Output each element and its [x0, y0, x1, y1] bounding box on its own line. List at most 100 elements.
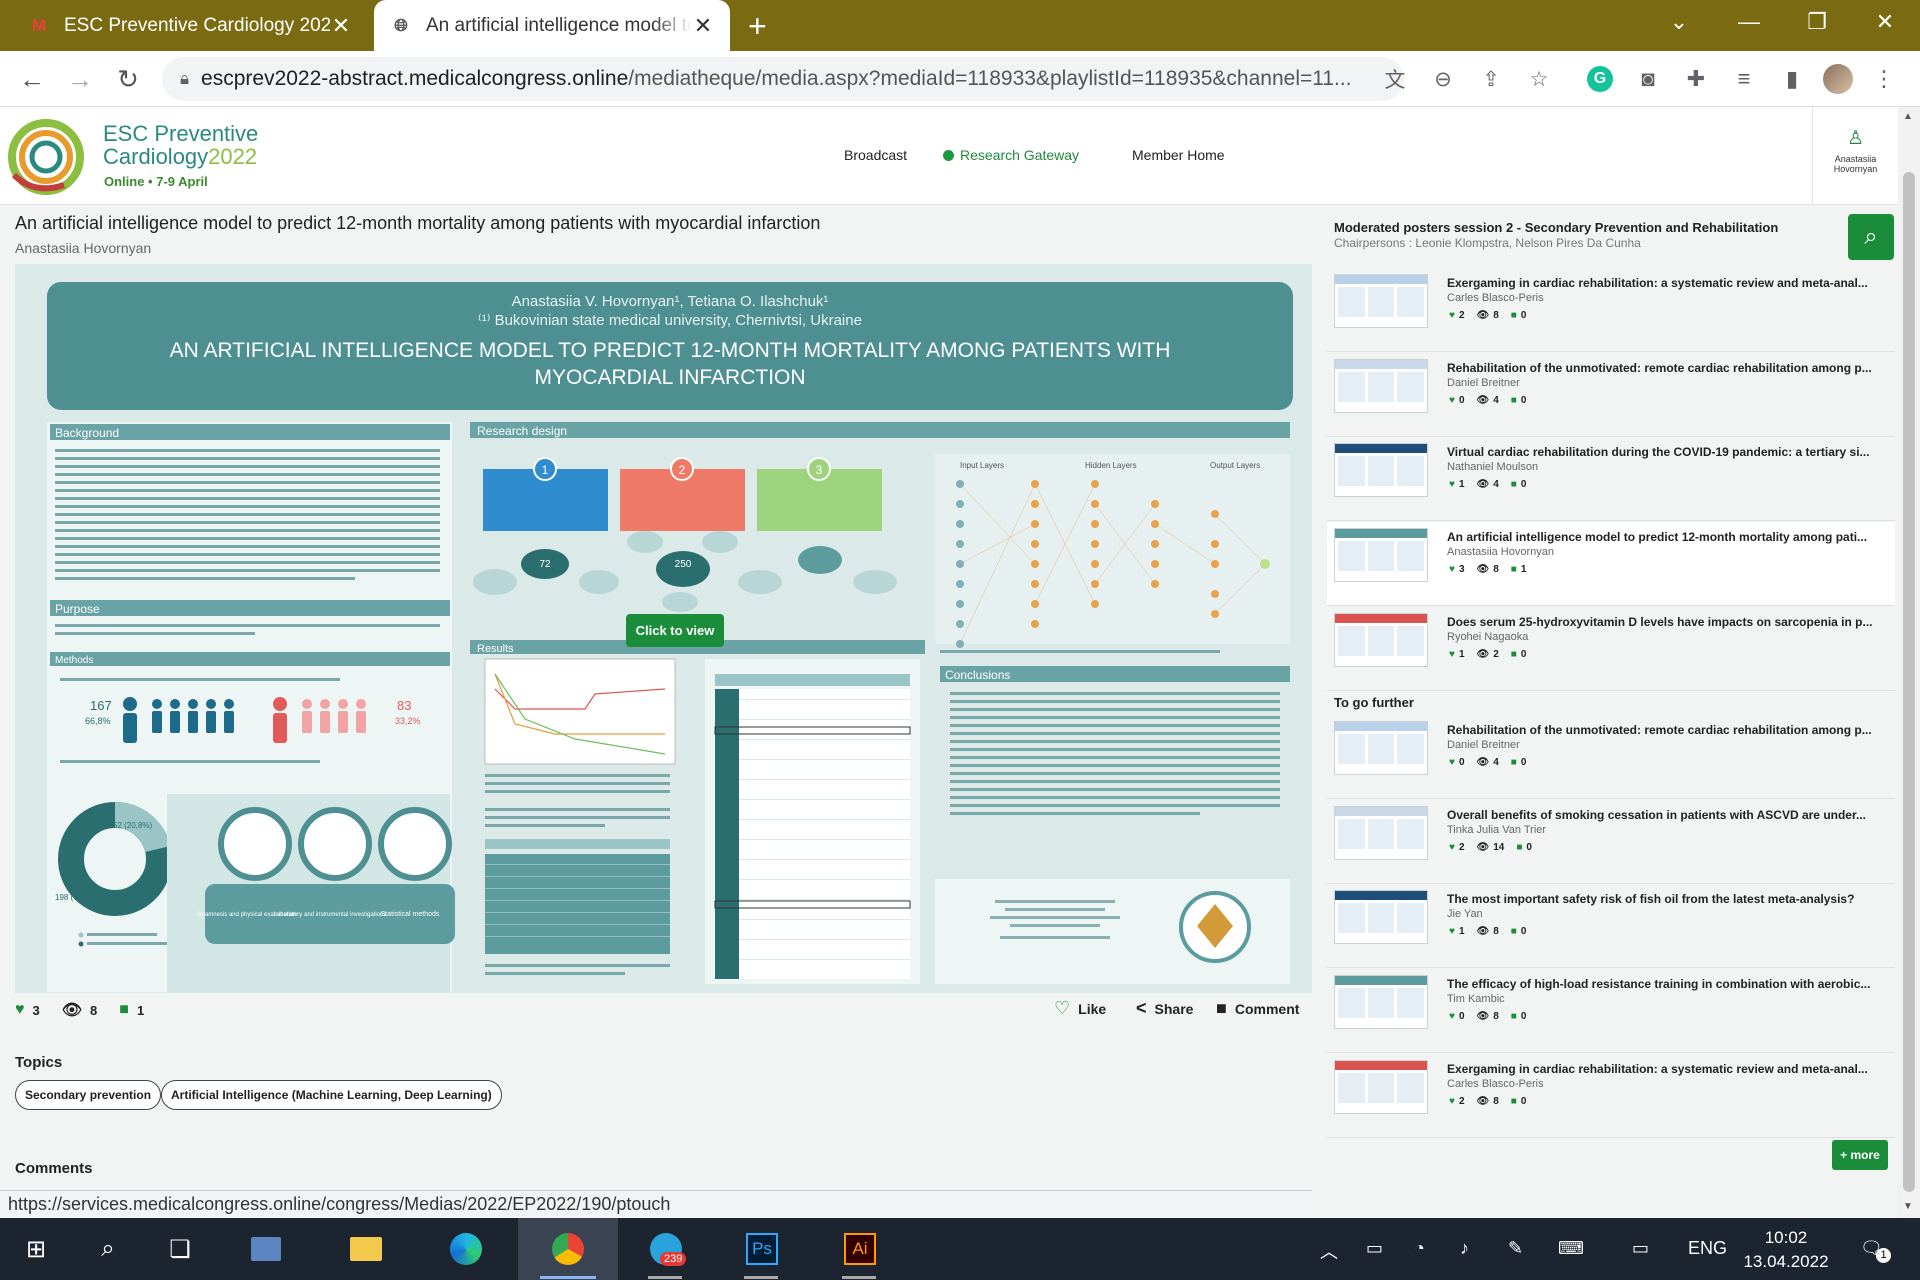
topic-tag[interactable]: Secondary prevention [15, 1080, 162, 1110]
poster-thumbnail[interactable] [1334, 975, 1428, 1030]
playlist-item[interactable]: An artificial intelligence model to pred… [1327, 522, 1895, 607]
poster-thumbnail[interactable] [1334, 721, 1428, 775]
language-indicator[interactable]: ENG [1688, 1238, 1727, 1259]
poster-section-research-design: Research design [477, 424, 567, 438]
comment-button[interactable]: ■ Comment [1216, 998, 1299, 1019]
poster-thumbnail[interactable] [1334, 1059, 1428, 1114]
playlist-item[interactable]: The efficacy of high-load resistance tra… [1327, 969, 1895, 1054]
volume-icon[interactable]: ♪ [1460, 1238, 1469, 1259]
forward-button[interactable]: → [62, 61, 98, 97]
more-button[interactable]: + more [1832, 1140, 1888, 1170]
playlist-item[interactable]: The most important safety risk of fish o… [1327, 884, 1895, 969]
user-menu[interactable]: ♙ Anastasiia Hovornyan [1812, 107, 1898, 205]
playlist-item-title[interactable]: Exergaming in cardiac rehabilitation: a … [1447, 276, 1887, 290]
close-window-button[interactable]: ✕ [1850, 0, 1920, 44]
comment-icon: ■ [1216, 998, 1227, 1018]
side-panel-icon[interactable]: ▮ [1776, 63, 1808, 95]
extensions-icon[interactable]: ✚ [1680, 63, 1712, 95]
display-icon[interactable]: ▭ [1632, 1238, 1649, 1259]
like-button[interactable]: ♡ Like [1054, 998, 1106, 1019]
nav-research-gateway[interactable]: Research Gateway [943, 147, 1079, 163]
poster-thumbnail[interactable] [1334, 612, 1428, 667]
search-button[interactable]: ⌕ [1848, 214, 1894, 260]
tab-search-icon[interactable]: ⌄ [1644, 0, 1714, 44]
poster-thumbnail[interactable] [1334, 358, 1428, 413]
battery-icon[interactable]: ▭ [1366, 1238, 1383, 1259]
restore-button[interactable]: ❐ [1782, 0, 1852, 44]
scrollbar-thumb[interactable] [1903, 172, 1915, 1192]
system-clock[interactable]: 10:02 13.04.2022 [1738, 1226, 1834, 1274]
playlist-item-title[interactable]: An artificial intelligence model to pred… [1447, 530, 1887, 544]
page-scrollbar[interactable]: ▲ ▼ [1898, 107, 1920, 1218]
windows-start-icon[interactable]: ⊞ [16, 1229, 56, 1269]
profile-avatar[interactable] [1822, 63, 1854, 95]
taskbar-search-icon[interactable]: ⌕ [88, 1229, 128, 1269]
poster-thumbnail[interactable] [1334, 890, 1428, 945]
playlist-item-title[interactable]: Virtual cardiac rehabilitation during th… [1447, 445, 1887, 459]
poster-thumbnail[interactable] [1334, 528, 1428, 583]
keyboard-icon[interactable]: ⌨ [1558, 1238, 1584, 1259]
link-status-bar: https://services.medicalcongress.online/… [0, 1190, 1312, 1218]
photoshop-icon[interactable]: Ps [742, 1229, 782, 1269]
esc-logo-icon[interactable] [4, 115, 88, 199]
new-tab-button[interactable]: + [748, 8, 767, 45]
playlist-item[interactable]: Exergaming in cardiac rehabilitation: a … [1327, 1054, 1895, 1138]
close-tab-icon[interactable]: ✕ [692, 13, 714, 39]
chrome-browser-icon[interactable] [548, 1229, 588, 1269]
playlist-item-title[interactable]: Rehabilitation of the unmotivated: remot… [1447, 723, 1887, 737]
click-to-view-button[interactable]: Click to view [626, 614, 724, 647]
playlist-item[interactable]: Overall benefits of smoking cessation in… [1327, 800, 1895, 884]
illustrator-icon[interactable]: Ai [840, 1229, 880, 1269]
views-count: 8 [1493, 310, 1499, 321]
menu-kebab-icon[interactable]: ⋮ [1868, 63, 1900, 95]
topic-tag[interactable]: Artificial Intelligence (Machine Learnin… [161, 1080, 502, 1110]
playlist-item[interactable]: Virtual cardiac rehabilitation during th… [1327, 437, 1895, 522]
tab-active-media[interactable]: 🌐︎ An artificial intelligence model to p… [374, 0, 730, 51]
playlist-item-title[interactable]: Does serum 25-hydroxyvitamin D levels ha… [1447, 615, 1887, 629]
share-button[interactable]: < Share [1136, 998, 1193, 1019]
tab-gmail[interactable]: M ESC Preventive Cardiology 2022 ✕ [12, 0, 368, 51]
playlist-item[interactable]: Exergaming in cardiac rehabilitation: a … [1327, 268, 1895, 352]
playlist-item[interactable]: Rehabilitation of the unmotivated: remot… [1327, 353, 1895, 437]
playlist-item-title[interactable]: Exergaming in cardiac rehabilitation: a … [1447, 1062, 1887, 1076]
lock-icon[interactable]: 🔒︎ [180, 69, 189, 89]
grammarly-icon[interactable]: G [1584, 63, 1616, 95]
back-button[interactable]: ← [14, 61, 50, 97]
camera-icon[interactable]: ◙ [1632, 63, 1664, 95]
poster-thumbnail[interactable] [1334, 443, 1428, 498]
tray-chevron-icon[interactable]: ︿ [1320, 1238, 1338, 1264]
translate-icon[interactable]: 文 [1380, 64, 1410, 94]
address-bar[interactable]: 🔒︎ escprev2022-abstract.medicalcongress.… [162, 57, 1404, 101]
edge-browser-icon[interactable] [446, 1229, 486, 1269]
wifi-icon[interactable]: ◔ [1414, 1238, 1425, 1259]
media-stats: ♥ 3 👁︎ 8 ■ 1 [15, 1000, 144, 1020]
control-panel-icon[interactable] [246, 1229, 286, 1269]
pen-icon[interactable]: ✎ [1508, 1238, 1523, 1259]
poster-circle-label-2: Laboratory and instrumental investigatio… [274, 912, 387, 918]
reload-button[interactable]: ↻ [110, 61, 146, 97]
playlist-item[interactable]: Rehabilitation of the unmotivated: remot… [1327, 715, 1895, 799]
views-count: 8 [90, 1002, 98, 1018]
playlist-item[interactable]: Does serum 25-hydroxyvitamin D levels ha… [1327, 607, 1895, 691]
playlist-item-title[interactable]: The efficacy of high-load resistance tra… [1447, 977, 1887, 991]
playlist-item-title[interactable]: The most important safety risk of fish o… [1447, 892, 1887, 906]
scroll-down-icon[interactable]: ▼ [1903, 1201, 1913, 1212]
poster-thumbnail[interactable] [1334, 274, 1428, 328]
playlist-item-author: Tinka Julia Van Trier [1447, 823, 1547, 836]
nav-broadcast[interactable]: Broadcast [844, 147, 907, 163]
zoom-icon[interactable]: ⊖ [1428, 64, 1458, 94]
share-icon[interactable]: ⇪ [1476, 64, 1506, 94]
poster-section-background: Background [55, 426, 119, 440]
media-control-icon[interactable]: ≡ [1728, 63, 1760, 95]
task-view-icon[interactable]: ❏ [160, 1229, 200, 1269]
minimize-button[interactable]: — [1714, 0, 1784, 44]
poster-thumbnail[interactable] [1334, 805, 1428, 860]
nav-member-home[interactable]: Member Home [1132, 147, 1225, 163]
close-tab-icon[interactable]: ✕ [330, 13, 352, 39]
scroll-up-icon[interactable]: ▲ [1903, 111, 1913, 122]
file-explorer-icon[interactable] [346, 1229, 386, 1269]
bookmark-star-icon[interactable]: ☆ [1524, 64, 1554, 94]
playlist-item-title[interactable]: Overall benefits of smoking cessation in… [1447, 808, 1887, 822]
playlist-item-title[interactable]: Rehabilitation of the unmotivated: remot… [1447, 361, 1887, 375]
media-author[interactable]: Anastasiia Hovornyan [15, 240, 151, 256]
